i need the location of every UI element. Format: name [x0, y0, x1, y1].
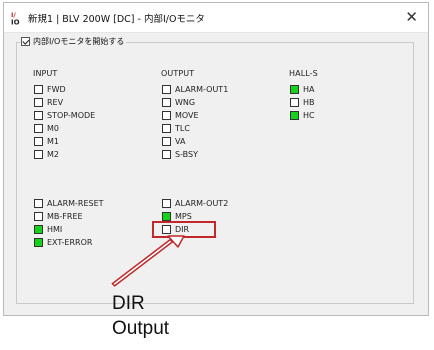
- signal-label: TLC: [175, 123, 190, 133]
- close-icon[interactable]: ✕: [405, 8, 418, 26]
- signal-hc: HC: [290, 109, 315, 121]
- monitor-group-box: [16, 42, 414, 304]
- status-indicator: [162, 136, 171, 146]
- signal-label: M0: [47, 123, 59, 133]
- status-indicator: [162, 110, 171, 120]
- title-bar: I/ IO 新規1 | BLV 200W [DC] - 内部I/Oモニタ ✕: [4, 3, 428, 33]
- signal-label: VA: [175, 136, 186, 146]
- signal-label: STOP-MODE: [47, 110, 96, 120]
- signal-hb: HB: [290, 96, 315, 108]
- status-indicator: [162, 84, 171, 94]
- annotation-arrow: [111, 235, 185, 287]
- signal-label: M2: [47, 149, 59, 159]
- status-indicator: [162, 123, 171, 133]
- signal-label: ALARM-OUT2: [175, 198, 229, 208]
- status-indicator: [34, 224, 43, 234]
- status-indicator: [162, 211, 171, 221]
- monitor-toggle-checkbox[interactable]: [21, 37, 30, 46]
- signal-label: MPS: [175, 211, 192, 221]
- signal-label: HB: [303, 97, 315, 107]
- status-indicator: [34, 198, 43, 208]
- signal-hmi: HMI: [34, 223, 62, 235]
- signal-fwd: FWD: [34, 83, 66, 95]
- signal-s-bsy: S-BSY: [162, 148, 198, 160]
- status-indicator: [162, 149, 171, 159]
- signal-m1: M1: [34, 135, 59, 147]
- signal-m0: M0: [34, 122, 59, 134]
- signal-label: EXT-ERROR: [47, 237, 93, 247]
- status-indicator: [290, 84, 299, 94]
- signal-alarm-reset: ALARM-RESET: [34, 197, 104, 209]
- status-indicator: [162, 97, 171, 107]
- signal-label: REV: [47, 97, 64, 107]
- signal-ha: HA: [290, 83, 315, 95]
- signal-label: S-BSY: [175, 149, 198, 159]
- status-indicator: [34, 237, 43, 247]
- signal-label: FWD: [47, 84, 66, 94]
- signal-label: M1: [47, 136, 59, 146]
- input-header: INPUT: [33, 69, 58, 78]
- signal-move: MOVE: [162, 109, 199, 121]
- signal-label: HA: [303, 84, 315, 94]
- signal-rev: REV: [34, 96, 63, 108]
- status-indicator: [34, 149, 43, 159]
- status-indicator: [34, 97, 43, 107]
- signal-alarm-out2: ALARM-OUT2: [162, 197, 228, 209]
- signal-alarm-out1: ALARM-OUT1: [162, 83, 228, 95]
- status-indicator: [290, 97, 299, 107]
- signal-stop-mode: STOP-MODE: [34, 109, 95, 121]
- signal-label: WNG: [175, 97, 196, 107]
- signal-label: ALARM-RESET: [47, 198, 104, 208]
- status-indicator: [290, 110, 299, 120]
- signal-label: HC: [303, 110, 315, 120]
- hall-sensor-header: HALL-S: [289, 69, 318, 78]
- signal-ext-error: EXT-ERROR: [34, 236, 92, 248]
- signal-tlc: TLC: [162, 122, 190, 134]
- annotation-line-1: DIR: [112, 293, 145, 314]
- signal-wng: WNG: [162, 96, 195, 108]
- signal-label: HMI: [47, 224, 63, 234]
- monitor-toggle[interactable]: 内部I/Oモニタを開始する: [20, 36, 127, 47]
- output-header: OUTPUT: [161, 69, 195, 78]
- signal-mb-free: MB-FREE: [34, 210, 83, 222]
- monitor-toggle-label: 内部I/Oモニタを開始する: [33, 37, 125, 46]
- signal-label: MB-FREE: [47, 211, 83, 221]
- signal-va: VA: [162, 135, 185, 147]
- status-indicator: [34, 211, 43, 221]
- signal-label: MOVE: [175, 110, 199, 120]
- svg-text:IO: IO: [11, 19, 20, 26]
- status-indicator: [34, 110, 43, 120]
- signal-m2: M2: [34, 148, 59, 160]
- annotation-line-2: Output: [112, 318, 170, 339]
- status-indicator: [34, 123, 43, 133]
- status-indicator: [162, 198, 171, 208]
- status-indicator: [34, 84, 43, 94]
- app-icon: I/ IO: [10, 10, 25, 25]
- signal-label: ALARM-OUT1: [175, 84, 229, 94]
- window-title: 新規1 | BLV 200W [DC] - 内部I/Oモニタ: [28, 14, 205, 25]
- status-indicator: [34, 136, 43, 146]
